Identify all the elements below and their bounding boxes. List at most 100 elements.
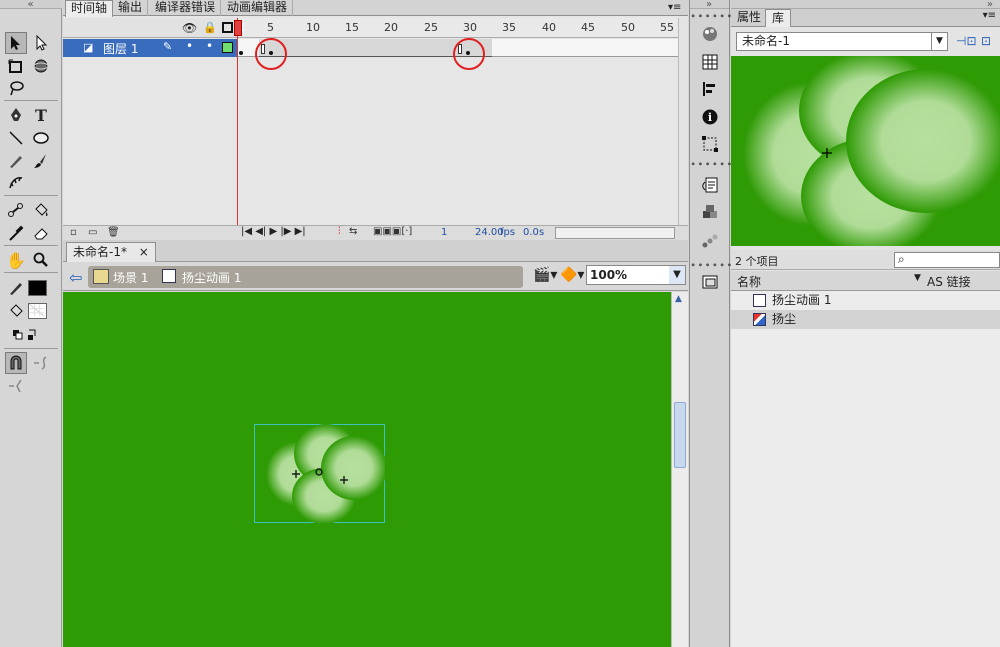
library-item[interactable]: 扬尘 <box>731 310 1000 329</box>
start-keyframe[interactable] <box>239 51 243 55</box>
stroke-color-swatch[interactable] <box>28 280 47 296</box>
timeline-horizontal-scrollbar[interactable] <box>555 227 675 239</box>
color-panel-icon[interactable] <box>699 24 721 44</box>
panel-grip[interactable]: » <box>731 0 1000 10</box>
fill-color-swatch[interactable] <box>28 303 47 319</box>
line-tool-icon[interactable] <box>5 127 27 149</box>
sort-icon[interactable]: ▼ <box>914 273 921 283</box>
timeline-tabbar: 时间轴 输出 编译器错误 动画编辑器 ▾≡ <box>63 0 688 17</box>
loop-icon[interactable]: ⇆ <box>349 226 357 237</box>
visibility-dot[interactable]: • <box>186 39 193 53</box>
tab-motion-editor[interactable]: 动画编辑器 <box>222 0 294 16</box>
dock-grip[interactable]: ∙∙∙∙∙∙ <box>690 261 733 271</box>
panel-grip[interactable]: « <box>0 0 62 10</box>
smooth-icon[interactable] <box>30 352 52 374</box>
info-panel-icon[interactable]: i <box>699 107 721 127</box>
library-panel-icon[interactable] <box>699 272 721 292</box>
column-name-header[interactable]: 名称 <box>737 273 761 290</box>
layer-name[interactable]: 图层 1 <box>103 40 138 57</box>
text-tool-icon[interactable]: T <box>30 104 52 126</box>
library-count-bar: 2 个项目 ⌕ <box>731 250 1000 270</box>
library-search-input[interactable]: ⌕ <box>894 252 1000 268</box>
oval-tool-icon[interactable] <box>30 127 52 149</box>
close-tab-icon[interactable]: × <box>139 245 149 259</box>
layer-row[interactable]: ◪ 图层 1 ✎ • • <box>63 39 238 57</box>
edit-symbols-icon[interactable]: 🔶▾ <box>560 267 584 283</box>
chevron-down-icon[interactable]: ▼ <box>931 33 947 50</box>
actions-panel-icon[interactable] <box>699 175 721 195</box>
tab-compiler-errors[interactable]: 编译器错误 <box>150 0 222 16</box>
dust-animation-symbol[interactable] <box>254 424 385 523</box>
playhead-line[interactable] <box>237 18 238 226</box>
selection-tool-icon[interactable] <box>5 32 27 54</box>
breadcrumb-symbol[interactable]: 扬尘动画 1 <box>182 269 241 286</box>
show-hide-eye-icon[interactable]: 👁 <box>182 21 197 35</box>
panel-grip[interactable]: » <box>690 0 729 10</box>
pen-tool-icon[interactable] <box>5 104 27 126</box>
align-panel-icon[interactable] <box>699 79 721 99</box>
components-panel-icon[interactable] <box>699 203 721 223</box>
document-tab[interactable]: 未命名-1* × <box>66 242 156 262</box>
bone-tool-icon[interactable] <box>5 199 27 221</box>
panel-menu-icon[interactable]: ▾≡ <box>983 10 996 21</box>
free-transform-tool-icon[interactable] <box>5 55 27 77</box>
stage-vertical-scrollbar[interactable]: ▲ <box>671 292 688 647</box>
dock-grip[interactable]: ∙∙∙∙∙∙ <box>690 12 733 22</box>
stroke-color-pencil-icon <box>5 277 27 299</box>
back-arrow-icon[interactable]: ⇦ <box>69 268 82 287</box>
onion-skin-icon[interactable]: ▣▣▣[·] <box>373 226 412 237</box>
dock-grip[interactable]: ∙∙∙∙∙∙ <box>690 160 733 170</box>
new-folder-icon[interactable]: ▭ <box>88 227 97 238</box>
swatches-panel-icon[interactable] <box>699 52 721 72</box>
transform-panel-icon[interactable] <box>699 134 721 154</box>
paint-bucket-tool-icon[interactable] <box>30 199 52 221</box>
edit-scene-icon[interactable]: 🎬▾ <box>533 267 557 283</box>
scroll-thumb[interactable] <box>674 402 686 468</box>
swap-colors-icon[interactable] <box>10 324 42 346</box>
motion-presets-panel-icon[interactable] <box>699 231 721 251</box>
outline-icon[interactable] <box>222 22 233 33</box>
snap-to-objects-magnet-icon[interactable] <box>5 352 27 374</box>
tab-library[interactable]: 库 <box>765 9 792 27</box>
pencil-tool-icon[interactable] <box>5 150 27 172</box>
playhead-marker[interactable] <box>234 20 242 36</box>
lock-dot[interactable]: • <box>206 39 213 53</box>
subselection-tool-icon[interactable] <box>30 32 52 54</box>
brush-tool-icon[interactable] <box>30 150 52 172</box>
stage-canvas[interactable] <box>63 292 671 647</box>
chevron-down-icon[interactable]: ▼ <box>669 266 685 284</box>
tab-output[interactable]: 输出 <box>113 0 149 16</box>
frame-ruler[interactable]: 1 5 10 15 20 25 30 35 40 45 50 55 <box>238 18 679 38</box>
zoom-tool-icon[interactable] <box>30 249 52 271</box>
current-frame[interactable]: 1 <box>441 227 447 238</box>
tab-properties[interactable]: 属性 <box>731 9 767 27</box>
hand-tool-icon[interactable]: ✋ <box>5 249 27 271</box>
ruler-number: 20 <box>384 21 398 34</box>
deco-tool-icon[interactable] <box>5 172 27 194</box>
panel-dock: » ∙∙∙∙∙∙ i ∙∙∙∙∙∙ ∙∙∙∙∙∙ <box>689 0 733 647</box>
playback-controls-icon[interactable]: |◀ ◀| ▶ |▶ ▶| <box>241 226 306 237</box>
delete-layer-icon[interactable]: 🗑 <box>107 227 120 238</box>
library-document-select[interactable]: 未命名-1 ▼ <box>736 32 948 51</box>
zoom-select[interactable]: 100% ▼ <box>586 265 686 285</box>
straighten-icon[interactable] <box>5 375 27 397</box>
column-linkage-header[interactable]: AS 链接 <box>927 273 971 290</box>
lasso-tool-icon[interactable] <box>5 77 27 99</box>
scroll-up-icon[interactable]: ▲ <box>675 294 682 304</box>
tab-timeline[interactable]: 时间轴 <box>65 0 114 17</box>
lock-icon[interactable]: 🔒 <box>203 21 217 34</box>
center-frame-icon[interactable]: ⫶ <box>338 226 341 237</box>
new-layer-icon[interactable]: ▫ <box>70 227 77 238</box>
breadcrumb-scene[interactable]: 场景 1 <box>113 269 148 286</box>
pin-library-icon[interactable]: ⊣⊡ <box>956 34 977 48</box>
eyedropper-tool-icon[interactable] <box>5 222 27 244</box>
elapsed-time: 0.0 <box>523 227 539 238</box>
3d-rotation-tool-icon[interactable] <box>30 55 52 77</box>
timeline-vertical-scrollbar[interactable] <box>678 18 688 225</box>
scene-clapper-icon <box>93 269 109 284</box>
new-library-panel-icon[interactable]: ⊡ <box>981 34 991 48</box>
panel-menu-icon[interactable]: ▾≡ <box>668 2 681 13</box>
eraser-tool-icon[interactable] <box>30 222 52 244</box>
outline-color-square[interactable] <box>222 42 233 53</box>
library-item[interactable]: 扬尘动画 1 <box>731 291 1000 310</box>
